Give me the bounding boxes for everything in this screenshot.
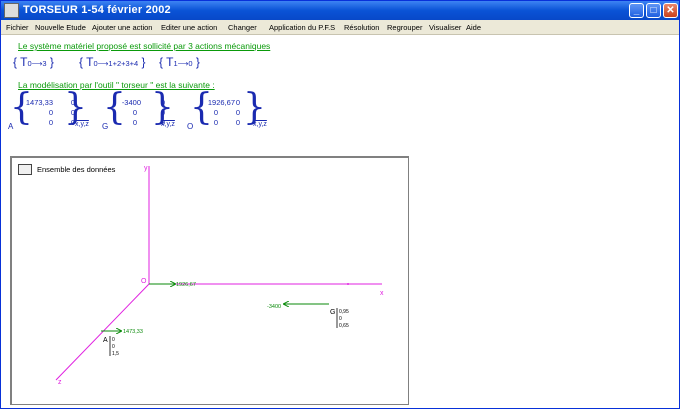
torsor-2: { T0⟶1+2+3+4 } (79, 55, 146, 69)
menu-visualiser[interactable]: Visualiser (429, 23, 461, 32)
matrix-cell: 0 (235, 118, 240, 127)
window-title: TORSEUR 1-54 février 2002 (23, 4, 171, 16)
y-axis-label: y (144, 165, 148, 172)
data-view-panel[interactable]: Ensemble des données y x z O 1926,67 -34… (10, 156, 409, 405)
torsor-1: { T0⟶3 } (13, 55, 54, 69)
point-G-label: G (330, 309, 335, 316)
point-A-coord: 1,5 (112, 351, 119, 357)
system-line: Le système matériel proposé est sollicit… (18, 41, 271, 51)
title-bar[interactable]: TORSEUR 1-54 février 2002 _ □ ✕ (1, 1, 679, 20)
menu-fichier[interactable]: Fichier (6, 23, 29, 32)
minimize-icon[interactable]: _ (629, 3, 644, 18)
force-G-value: -3400 (267, 304, 281, 310)
point-G-coord: 0,65 (339, 323, 349, 329)
menu-nouvelle-etude[interactable]: Nouvelle Etude (35, 23, 86, 32)
matrix-cell: 0 (235, 98, 240, 107)
force-A-value: 1473,33 (123, 329, 143, 335)
axes-drawing: y x z O 1926,67 -3400 G 0,95 0 0,65 1473… (55, 165, 384, 386)
point-A-coord: 0 (112, 337, 115, 343)
app-icon[interactable] (4, 3, 19, 18)
menu-resolution[interactable]: Résolution (344, 23, 379, 32)
matrix-basis: x,y,z (161, 121, 175, 128)
origin-label: O (141, 278, 147, 285)
app-window: TORSEUR 1-54 février 2002 _ □ ✕ Fichier … (0, 0, 680, 409)
force-O-value: 1926,67 (176, 282, 196, 288)
matrix-basis: x,y,z (253, 121, 267, 128)
torsor-3: { T1⟶0 } (159, 55, 200, 69)
menu-changer[interactable]: Changer (228, 23, 257, 32)
matrix-cell: 0 (235, 108, 240, 117)
menu-aide[interactable]: Aide (466, 23, 481, 32)
maximize-icon[interactable]: □ (646, 3, 661, 18)
menu-regrouper[interactable]: Regrouper (387, 23, 422, 32)
point-G-coord: 0,95 (339, 309, 349, 315)
menu-bar: Fichier Nouvelle Etude Ajouter une actio… (1, 20, 679, 35)
x-axis-label: x (380, 290, 384, 297)
point-G-coord: 0 (339, 316, 342, 322)
x-axis-tick (347, 283, 349, 285)
menu-editer-action[interactable]: Editer une action (161, 23, 217, 32)
point-A-label: A (103, 337, 108, 344)
point-A-coord: 0 (112, 344, 115, 350)
menu-ajouter-action[interactable]: Ajouter une action (92, 23, 152, 32)
matrix-basis: x,y,z (75, 121, 89, 128)
menu-application-pfs[interactable]: Application du P.F.S (269, 23, 335, 32)
z-axis-label: z (58, 379, 62, 386)
close-icon[interactable]: ✕ (663, 3, 678, 18)
